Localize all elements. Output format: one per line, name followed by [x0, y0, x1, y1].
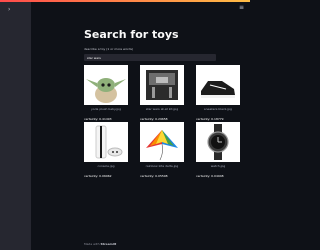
result-card: console.jpg certainty: 0.06962 — [84, 122, 128, 179]
toy-image — [84, 122, 128, 162]
page-title: Search for toys — [84, 28, 179, 41]
toy-image — [196, 122, 240, 162]
toy-image — [140, 65, 184, 105]
chevron-right-icon[interactable]: › — [8, 7, 10, 13]
result-caption: console.jpg — [97, 164, 115, 168]
search-input[interactable]: star wars — [84, 54, 216, 61]
hamburger-menu-icon[interactable]: ≡ — [239, 5, 244, 11]
search-label: describe a toy (1 or more words) — [84, 47, 134, 51]
result-card: watch.jpg certainty: 0.04948 — [196, 122, 240, 179]
sneaker-image — [201, 81, 235, 98]
result-certainty: certainty: 0.18779 — [196, 117, 224, 121]
result-certainty: certainty: 0.29658 — [140, 117, 168, 121]
result-caption: rainbow kite delta.jpg — [145, 164, 179, 168]
result-caption: yoda plush baby.jpg — [91, 107, 121, 111]
yoda-plush-image — [86, 78, 126, 103]
game-console-image — [95, 125, 123, 159]
top-accent-bar — [0, 0, 250, 2]
result-certainty: certainty: 0.04948 — [196, 174, 224, 178]
footer-prefix: Made with — [84, 242, 100, 246]
results-grid: yoda plush baby.jpg certainty: 0.41493 s… — [84, 65, 240, 179]
footer-brand-link[interactable]: Streamlit — [100, 242, 116, 246]
toy-image — [196, 65, 240, 105]
result-card: yoda plush baby.jpg certainty: 0.41493 — [84, 65, 128, 122]
watch-image — [207, 124, 229, 160]
toy-image — [140, 122, 184, 162]
result-certainty: certainty: 0.41493 — [84, 117, 112, 121]
result-card: star wars at-at kit.jpg certainty: 0.296… — [140, 65, 184, 122]
result-card: sneakers black.jpg certainty: 0.18779 — [196, 65, 240, 122]
result-certainty: certainty: 0.06962 — [84, 174, 112, 178]
result-caption: watch.jpg — [210, 164, 226, 168]
main-content: Search for toys describe a toy (1 or mor… — [84, 16, 240, 179]
result-card: rainbow kite delta.jpg certainty: 0.0550… — [140, 122, 184, 179]
result-caption: star wars at-at kit.jpg — [145, 107, 179, 111]
result-caption: sneakers black.jpg — [204, 107, 232, 111]
result-certainty: certainty: 0.05508 — [140, 174, 168, 178]
toy-image — [84, 65, 128, 105]
at-at-kit-image — [146, 70, 178, 100]
rainbow-kite-image — [146, 130, 178, 161]
footer: Made with Streamlit — [84, 242, 116, 246]
sidebar: › — [0, 2, 31, 250]
